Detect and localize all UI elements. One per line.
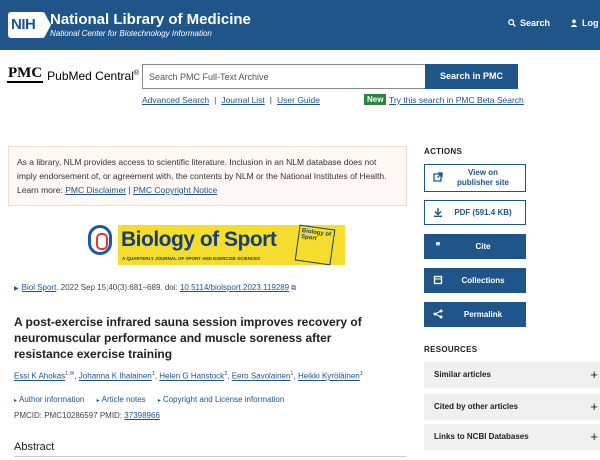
user-icon	[570, 19, 578, 27]
advanced-search-link[interactable]: Advanced Search	[142, 95, 209, 105]
new-badge: New	[364, 94, 387, 105]
divider	[14, 456, 407, 457]
article-ids: PMCID: PMC10286597 PMID: 37398966	[14, 411, 160, 420]
author-link[interactable]: Essi K Ahokas	[14, 372, 65, 381]
search-icon	[508, 19, 516, 27]
plus-icon: +	[590, 367, 598, 382]
article-notes-toggle[interactable]: ▸ Article notes	[97, 395, 146, 404]
header-login-label: Log	[582, 18, 599, 28]
journal-link[interactable]: Biol Sport	[22, 283, 57, 292]
pmc-logo-box: PMC	[7, 65, 44, 83]
pmid-link[interactable]: 37398966	[124, 411, 160, 420]
cited-by-accordion[interactable]: Cited by other articles +	[424, 394, 600, 420]
pmc-copyright-link[interactable]: PMC Copyright Notice	[133, 185, 217, 195]
author-link[interactable]: Johanna K Ihalainen	[79, 372, 152, 381]
citation-line: ▶ Biol Sport. 2022 Sep 15;40(3):681–689. …	[14, 283, 297, 292]
journal-title: Biology of Sport	[121, 228, 277, 251]
author-list: Essi K Ahokas1,✉, Johanna K Ihalainen1, …	[14, 371, 363, 381]
article-meta-links: ▸ Author information ▸ Article notes ▸ Copy…	[14, 395, 294, 404]
pmcid: PMCID: PMC10286597	[14, 411, 98, 420]
search-in-pmc-button[interactable]: Search in PMC	[425, 64, 518, 89]
pmc-disclaimer-link[interactable]: PMC Disclaimer	[65, 185, 126, 195]
cite-button[interactable]: ❞ Cite	[424, 234, 526, 259]
view-on-publisher-button[interactable]: View on publisher site	[424, 164, 526, 192]
pmc-logo-name: PubMed Central®	[47, 69, 140, 83]
learn-more-label: Learn more:	[17, 185, 63, 195]
journal-cover-image: Biology of Sport	[294, 224, 336, 266]
article-title: A post-exercise infrared sauna session i…	[14, 315, 362, 361]
permalink-button[interactable]: Permalink	[424, 302, 526, 327]
plus-icon: +	[590, 399, 598, 414]
external-link-icon: ⧉	[289, 285, 297, 292]
search-sublinks: Advanced Search | Journal List | User Guide	[142, 95, 321, 105]
plus-icon: +	[590, 429, 598, 444]
abstract-heading: Abstract	[14, 441, 55, 453]
nih-logo[interactable]: NIH	[8, 12, 51, 38]
resources-heading: RESOURCES	[424, 345, 478, 354]
pdf-download-button[interactable]: PDF (591.4 KB)	[424, 200, 526, 225]
author-information-toggle[interactable]: ▸ Author information	[14, 395, 84, 404]
header-search-button[interactable]: Search	[508, 18, 550, 28]
collections-button[interactable]: Collections	[424, 268, 526, 293]
ncbi-links-accordion[interactable]: Links to NCBI Databases +	[424, 424, 600, 450]
journal-emblem-icon	[88, 225, 112, 255]
copyright-toggle[interactable]: ▸ Copyright and License information	[158, 395, 284, 404]
external-link-icon	[431, 172, 445, 184]
author-link[interactable]: Helen G Hanstock	[159, 372, 224, 381]
journal-banner[interactable]: Biology of Sport A QUARTERLY JOURNAL OF …	[88, 224, 345, 266]
ncbi-subtitle: National Center for Biotechnology Inform…	[50, 29, 212, 38]
collections-icon	[431, 275, 445, 287]
nlm-disclaimer: As a library, NLM provides access to sci…	[8, 146, 407, 206]
header-search-label: Search	[520, 18, 551, 28]
beta-search-link[interactable]: Try this search in PMC Beta Search	[389, 95, 524, 105]
similar-articles-accordion[interactable]: Similar articles +	[424, 362, 600, 388]
share-icon	[431, 309, 445, 321]
expand-triangle-icon[interactable]: ▶	[14, 286, 19, 292]
author-link[interactable]: Heikki Kyröläinen	[298, 372, 360, 381]
actions-heading: ACTIONS	[424, 147, 463, 156]
download-icon	[431, 207, 445, 219]
nih-header: NIH National Library of Medicine Nationa…	[0, 0, 600, 50]
pmc-search-input[interactable]	[142, 64, 426, 89]
nlm-title[interactable]: National Library of Medicine	[50, 11, 251, 28]
author-link[interactable]: Eero Savolainen	[232, 372, 291, 381]
pmc-logo[interactable]: PMC PubMed Central®	[7, 65, 139, 83]
quote-icon: ❞	[435, 241, 441, 251]
header-login-button[interactable]: Log	[570, 18, 599, 28]
journal-list-link[interactable]: Journal List	[221, 95, 264, 105]
disclaimer-text: As a library, NLM provides access to sci…	[17, 157, 387, 181]
doi-link[interactable]: 10.5114/biolsport.2023.119289	[180, 283, 289, 292]
journal-tagline: A QUARTERLY JOURNAL OF SPORT AND EXERCIS…	[122, 256, 261, 261]
user-guide-link[interactable]: User Guide	[277, 95, 320, 105]
